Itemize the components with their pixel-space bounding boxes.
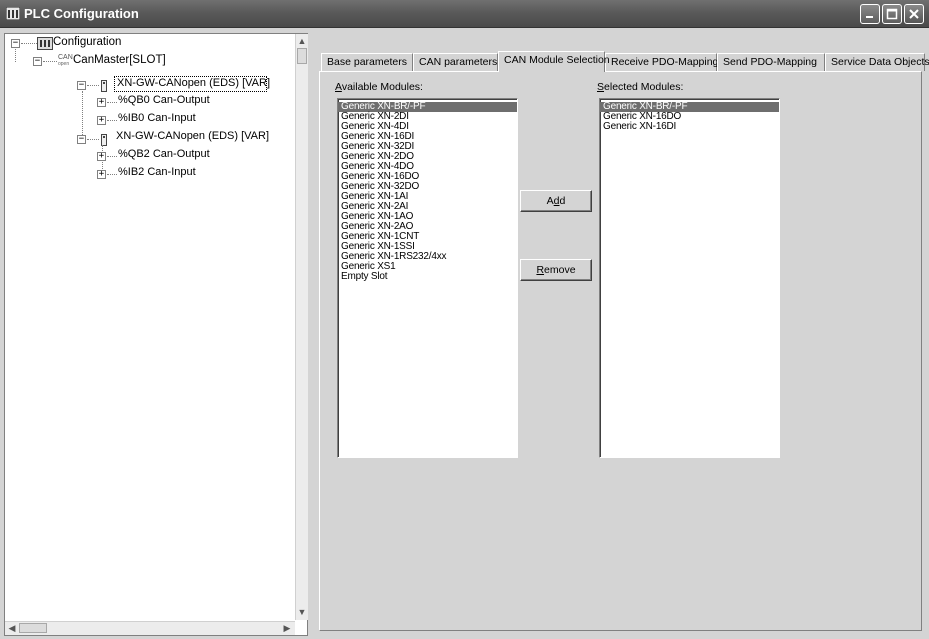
selected-modules-list[interactable]: Generic XN-BR/-PF Generic XN-16DO Generic … xyxy=(599,98,780,458)
module-list-item[interactable]: Generic XN-16DI xyxy=(600,122,779,132)
configuration-tree[interactable]: − Configuration − CAN open CanMaster[SLO… xyxy=(5,34,295,620)
scroll-up-icon[interactable]: ▲ xyxy=(296,35,308,47)
expand-icon[interactable]: + xyxy=(97,170,106,179)
collapse-icon[interactable]: − xyxy=(33,57,42,66)
tree-node-gateway[interactable]: XN-GW-CANopen (EDS) [VAR] xyxy=(116,130,269,142)
horizontal-scrollbar[interactable]: ◀ ▶ xyxy=(5,621,295,635)
tree-master-label[interactable]: CanMaster[SLOT] xyxy=(73,54,166,66)
tree-node-gateway[interactable]: XN-GW-CANopen (EDS) [VAR] xyxy=(114,76,270,92)
collapse-icon[interactable]: − xyxy=(77,135,86,144)
tab-strip: Base parameters CAN parameters CAN Modul… xyxy=(321,51,929,73)
close-button[interactable] xyxy=(904,4,924,24)
tab-can-module-selection[interactable]: CAN Module Selection xyxy=(498,51,610,72)
scroll-left-icon[interactable]: ◀ xyxy=(6,622,18,634)
minimize-icon xyxy=(866,16,873,18)
can-master-icon-sub: open xyxy=(58,61,70,67)
scroll-thumb[interactable] xyxy=(19,623,47,633)
module-list-item[interactable]: Empty Slot xyxy=(338,272,517,282)
tree-node-input[interactable]: %IB2 Can-Input xyxy=(118,166,196,178)
available-modules-label: Available Modules: xyxy=(335,81,423,93)
tab-can-parameters[interactable]: CAN parameters xyxy=(413,53,498,71)
add-button[interactable]: Add xyxy=(520,190,592,212)
tree-node-output[interactable]: %QB0 Can-Output xyxy=(118,94,210,106)
scroll-right-icon[interactable]: ▶ xyxy=(281,622,293,634)
maximize-button[interactable] xyxy=(882,4,902,24)
expand-icon[interactable]: + xyxy=(97,116,106,125)
module-config-pane: Base parameters CAN parameters CAN Modul… xyxy=(311,33,929,636)
title-bar: PLC Configuration xyxy=(0,0,929,28)
expand-icon[interactable]: + xyxy=(97,98,106,107)
expand-icon[interactable]: + xyxy=(97,152,106,161)
scroll-down-icon[interactable]: ▼ xyxy=(296,606,308,618)
close-icon xyxy=(909,9,919,19)
plc-app-icon xyxy=(6,7,20,20)
tree-node-output[interactable]: %QB2 Can-Output xyxy=(118,148,210,160)
window-title: PLC Configuration xyxy=(24,6,139,21)
tree-node-input[interactable]: %IB0 Can-Input xyxy=(118,112,196,124)
tab-receive-pdo-mapping[interactable]: Receive PDO-Mapping xyxy=(605,53,718,71)
tab-send-pdo-mapping[interactable]: Send PDO-Mapping xyxy=(717,53,825,71)
module-selection-panel: Available Modules: Generic XN-BR/-PF Gene… xyxy=(319,71,922,631)
configuration-icon xyxy=(37,37,53,50)
collapse-icon[interactable]: − xyxy=(11,39,20,48)
tab-service-data-objects[interactable]: Service Data Objects xyxy=(825,53,929,71)
remove-button[interactable]: Remove xyxy=(520,259,592,281)
maximize-icon xyxy=(886,8,898,20)
available-modules-list[interactable]: Generic XN-BR/-PF Generic XN-2DI Generic X… xyxy=(337,98,518,458)
scroll-thumb[interactable] xyxy=(297,48,307,64)
selected-modules-label: Selected Modules: xyxy=(597,81,684,93)
tab-base-parameters[interactable]: Base parameters xyxy=(321,53,413,71)
minimize-button[interactable] xyxy=(860,4,880,24)
module-icon xyxy=(101,80,107,92)
vertical-scrollbar[interactable]: ▲ ▼ xyxy=(295,34,308,620)
tree-root-label[interactable]: Configuration xyxy=(53,36,121,48)
configuration-tree-pane: − Configuration − CAN open CanMaster[SLO… xyxy=(4,33,308,636)
collapse-icon[interactable]: − xyxy=(77,81,86,90)
